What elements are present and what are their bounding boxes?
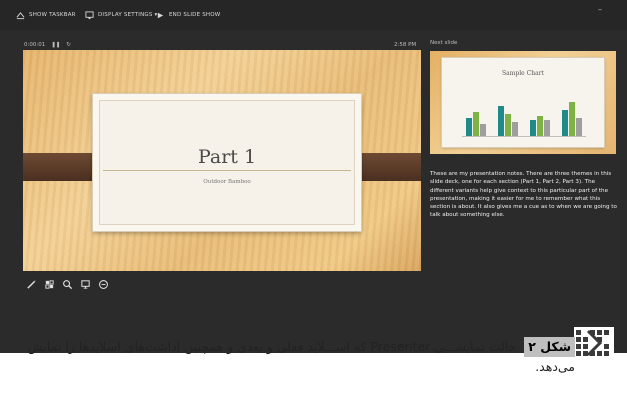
display-icon[interactable] <box>80 279 91 290</box>
zoom-icon[interactable] <box>62 279 73 290</box>
display-settings-button[interactable]: DISPLAY SETTINGS ▾ <box>85 9 158 21</box>
end-slide-show-label: END SLIDE SHOW <box>169 12 221 18</box>
slide-title: Part 1 <box>197 146 257 168</box>
taskbar-icon <box>16 11 25 19</box>
chart-group-3 <box>530 116 550 136</box>
pen-tool-icon[interactable] <box>26 279 37 290</box>
more-options-icon[interactable] <box>98 279 109 290</box>
slide-card-inner: Part 1 Outdoor Bamboo <box>99 100 355 225</box>
slide-tools <box>26 276 109 292</box>
speaker-notes[interactable]: These are my presentation notes. There a… <box>430 170 618 220</box>
end-slide-show-icon <box>157 12 164 18</box>
next-slide-card: Sample Chart <box>442 58 604 147</box>
slide-divider <box>103 170 351 171</box>
pause-timer-icon[interactable]: ❚❚ <box>51 42 60 48</box>
clock-time: 2:58 PM <box>394 42 417 48</box>
presenter-toolbar: SHOW TASKBAR DISPLAY SETTINGS ▾ END SLID… <box>0 0 627 30</box>
sample-chart-thumbnail <box>462 102 586 137</box>
show-taskbar-button[interactable]: SHOW TASKBAR <box>16 9 76 21</box>
display-settings-icon <box>85 10 94 19</box>
show-taskbar-label: SHOW TASKBAR <box>29 12 76 18</box>
end-slide-show-button[interactable]: END SLIDE SHOW <box>156 9 220 21</box>
display-settings-label: DISPLAY SETTINGS ▾ <box>98 12 158 18</box>
slide-card: Part 1 Outdoor Bamboo <box>93 94 361 231</box>
next-slide-preview[interactable]: Sample Chart <box>430 51 616 154</box>
figure-caption-text: حالت نمایشـــی Presenter که اســـلاید فع… <box>27 339 575 374</box>
see-all-slides-icon[interactable] <box>44 279 55 290</box>
minimize-icon[interactable]: – <box>598 5 602 14</box>
timer-readout: 0:00:01 <box>24 42 46 48</box>
next-slide-title: Sample Chart <box>502 70 544 77</box>
presenter-view-window: SHOW TASKBAR DISPLAY SETTINGS ▾ END SLID… <box>0 0 627 353</box>
restart-timer-icon[interactable]: ↻ <box>66 42 71 48</box>
chart-group-2 <box>498 106 518 136</box>
publisher-logo-icon <box>574 327 614 361</box>
timer-bar: 0:00:01 ❚❚ ↻ <box>24 40 71 50</box>
next-slide-label: Next slide <box>430 40 458 46</box>
slide-subtitle: Outdoor Bamboo <box>203 179 251 185</box>
chart-group-1 <box>466 112 486 136</box>
current-slide[interactable]: Part 1 Outdoor Bamboo <box>23 50 421 271</box>
chart-group-4 <box>562 102 582 136</box>
figure-label: شکل ۲ <box>524 337 575 357</box>
figure-caption: شکل ۲ حالت نمایشـــی Presenter که اســـل… <box>16 337 575 377</box>
clock: 2:58 PM <box>394 40 416 50</box>
